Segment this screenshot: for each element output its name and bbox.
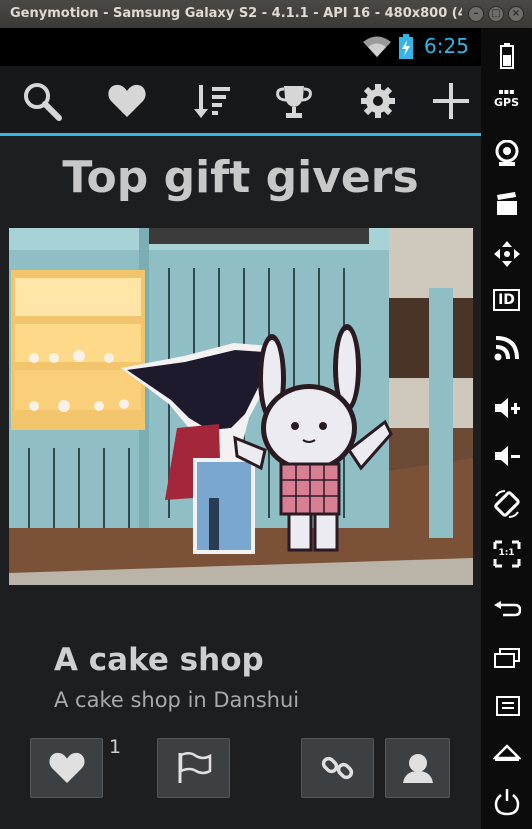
- scale-1to1-icon[interactable]: 1:1: [486, 536, 527, 572]
- place-name: A cake shop: [54, 642, 264, 678]
- clock: 6:25: [424, 34, 469, 58]
- status-bar: 6:25: [0, 28, 481, 66]
- media-clapper-icon[interactable]: [486, 186, 527, 222]
- like-count: 1: [109, 736, 122, 758]
- add-icon[interactable]: [429, 79, 473, 123]
- id-label: ID: [493, 289, 520, 311]
- volume-down-icon[interactable]: [486, 438, 527, 474]
- gps-icon[interactable]: ▪▪▪ GPS: [486, 80, 527, 116]
- device-screen: 6:25 Top gift givers A cake shop A cake …: [0, 28, 481, 829]
- maximize-button[interactable]: □: [488, 6, 504, 22]
- settings-gear-icon[interactable]: [356, 79, 400, 123]
- wifi-icon: [363, 36, 391, 57]
- battery-icon[interactable]: [486, 38, 527, 74]
- trophy-icon[interactable]: [272, 79, 316, 123]
- place-photo[interactable]: [9, 228, 473, 585]
- heart-icon: [48, 752, 85, 784]
- like-button[interactable]: [30, 738, 103, 798]
- window-titlebar: Genymotion - Samsung Galaxy S2 - 4.1.1 -…: [0, 0, 532, 28]
- favorite-heart-icon[interactable]: [105, 79, 149, 123]
- close-button[interactable]: ×: [508, 6, 524, 22]
- rotate-icon[interactable]: [486, 486, 527, 522]
- search-icon[interactable]: [20, 79, 64, 123]
- recent-apps-icon[interactable]: [486, 640, 527, 676]
- flag-button[interactable]: [157, 738, 230, 798]
- flag-icon: [178, 752, 211, 783]
- profile-button[interactable]: [385, 738, 450, 798]
- place-description: A cake shop in Danshui: [54, 688, 300, 712]
- battery-icon: [399, 34, 413, 59]
- rss-icon[interactable]: [486, 330, 527, 366]
- dpad-move-icon[interactable]: [486, 236, 527, 272]
- home-icon[interactable]: [486, 734, 527, 770]
- link-icon: [321, 756, 353, 780]
- share-link-button[interactable]: [301, 738, 374, 798]
- window-title: Genymotion - Samsung Galaxy S2 - 4.1.1 -…: [10, 6, 462, 21]
- action-bar: [0, 66, 481, 136]
- power-icon[interactable]: [486, 784, 527, 820]
- gps-label: GPS: [493, 96, 519, 109]
- profile-icon: [402, 754, 433, 783]
- back-icon[interactable]: [486, 592, 527, 628]
- volume-up-icon[interactable]: [486, 390, 527, 426]
- id-icon[interactable]: ID: [486, 282, 527, 318]
- page-title: Top gift givers: [62, 152, 419, 203]
- menu-icon[interactable]: [486, 688, 527, 724]
- window-controls: – □ ×: [468, 6, 524, 22]
- emulator-side-panel: ▪▪▪ GPS ID 1:1: [481, 28, 532, 829]
- webcam-icon[interactable]: [486, 136, 527, 172]
- sort-icon[interactable]: [190, 79, 234, 123]
- minimize-button[interactable]: –: [468, 6, 484, 22]
- scale-label: 1:1: [498, 548, 515, 558]
